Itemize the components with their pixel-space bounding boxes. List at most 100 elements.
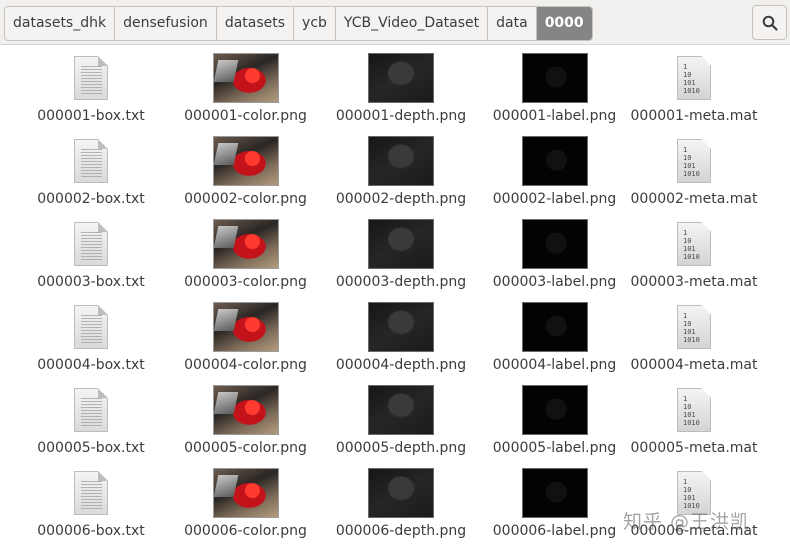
file-item-meta[interactable]: 1 10 101 1010 000005-meta.mat [629, 384, 759, 467]
document-lines [81, 66, 102, 96]
file-item-meta[interactable]: 1 10 101 1010 000004-meta.mat [629, 301, 759, 384]
binary-file-icon: 1 10 101 1010 [677, 139, 711, 183]
file-item-label[interactable]: 000006-label.png [480, 467, 629, 550]
file-icon-wrap [74, 135, 108, 187]
file-item-label[interactable]: 000002-label.png [480, 135, 629, 218]
file-name: 000006-depth.png [335, 523, 467, 539]
file-name: 000002-meta.mat [630, 191, 758, 207]
binary-digits: 10 [683, 237, 692, 245]
binary-digits: 10 [683, 154, 692, 162]
file-name: 000002-depth.png [335, 191, 467, 207]
file-name: 000002-color.png [184, 191, 307, 207]
file-name: 000001-depth.png [335, 108, 467, 124]
file-icon-wrap [212, 384, 279, 436]
file-item-meta[interactable]: 1 10 101 1010 000003-meta.mat [629, 218, 759, 301]
binary-digits: 101 [683, 328, 696, 336]
document-lines [81, 232, 102, 262]
binary-file-icon: 1 10 101 1010 [677, 222, 711, 266]
binary-digits: 1010 [683, 419, 700, 427]
file-icon-wrap: 1 10 101 1010 [677, 218, 711, 270]
breadcrumb-item-densefusion[interactable]: densefusion [115, 7, 217, 40]
binary-digits: 101 [683, 411, 696, 419]
file-item-color[interactable]: 000006-color.png [169, 467, 322, 550]
file-name: 000003-color.png [184, 274, 307, 290]
breadcrumb-item-current[interactable]: 0000 [536, 7, 592, 40]
file-name: 000004-color.png [184, 357, 307, 373]
file-icon-wrap [368, 218, 434, 270]
file-item-color[interactable]: 000004-color.png [169, 301, 322, 384]
breadcrumb-item-datasets-dhk[interactable]: datasets_dhk [5, 7, 116, 40]
document-lines [81, 315, 102, 345]
binary-digits: 10 [683, 71, 692, 79]
file-name: 000004-depth.png [335, 357, 467, 373]
text-document-icon [74, 56, 108, 100]
file-name: 000004-meta.mat [630, 357, 758, 373]
file-item-label[interactable]: 000005-label.png [480, 384, 629, 467]
label-image-thumbnail [521, 136, 588, 186]
file-icon-wrap [74, 384, 108, 436]
file-item-box[interactable]: 000004-box.txt [13, 301, 169, 384]
file-item-box[interactable]: 000001-box.txt [13, 52, 169, 135]
file-item-meta[interactable]: 1 10 101 1010 000001-meta.mat [629, 52, 759, 135]
file-item-box[interactable]: 000006-box.txt [13, 467, 169, 550]
breadcrumb-item-data[interactable]: data [488, 7, 537, 40]
document-lines [81, 481, 102, 511]
file-item-color[interactable]: 000003-color.png [169, 218, 322, 301]
file-item-depth[interactable]: 000003-depth.png [322, 218, 480, 301]
binary-digits: 1010 [683, 253, 700, 261]
file-icon-wrap [368, 52, 434, 104]
file-icon-wrap [74, 218, 108, 270]
binary-digits: 101 [683, 494, 696, 502]
breadcrumb-item-ycb[interactable]: ycb [294, 7, 336, 40]
file-item-box[interactable]: 000005-box.txt [13, 384, 169, 467]
file-item-depth[interactable]: 000001-depth.png [322, 52, 480, 135]
file-item-label[interactable]: 000003-label.png [480, 218, 629, 301]
file-item-color[interactable]: 000005-color.png [169, 384, 322, 467]
binary-digits: 1010 [683, 336, 700, 344]
search-button[interactable] [752, 5, 787, 40]
file-item-color[interactable]: 000002-color.png [169, 135, 322, 218]
breadcrumb-item-ycb-video-dataset[interactable]: YCB_Video_Dataset [336, 7, 489, 40]
file-item-label[interactable]: 000004-label.png [480, 301, 629, 384]
file-item-color[interactable]: 000001-color.png [169, 52, 322, 135]
file-item-depth[interactable]: 000004-depth.png [322, 301, 480, 384]
file-item-box[interactable]: 000002-box.txt [13, 135, 169, 218]
file-item-depth[interactable]: 000005-depth.png [322, 384, 480, 467]
text-document-icon [74, 388, 108, 432]
binary-digits: 1 [683, 395, 688, 403]
file-icon-wrap [212, 467, 279, 519]
file-item-box[interactable]: 000003-box.txt [13, 218, 169, 301]
file-icon-wrap [521, 52, 588, 104]
file-name: 000001-color.png [184, 108, 307, 124]
file-icon-wrap: 1 10 101 1010 [677, 135, 711, 187]
file-name: 000005-meta.mat [630, 440, 758, 456]
file-item-label[interactable]: 000001-label.png [480, 52, 629, 135]
depth-image-thumbnail [368, 468, 434, 518]
file-name: 000001-label.png [492, 108, 617, 124]
color-image-thumbnail [212, 53, 279, 103]
color-image-thumbnail [212, 219, 279, 269]
binary-file-icon: 1 10 101 1010 [677, 56, 711, 100]
label-image-thumbnail [521, 385, 588, 435]
text-document-icon [74, 305, 108, 349]
file-icon-wrap: 1 10 101 1010 [677, 301, 711, 353]
file-icon-wrap [212, 218, 279, 270]
depth-image-thumbnail [368, 302, 434, 352]
file-name: 000006-label.png [492, 523, 617, 539]
file-item-depth[interactable]: 000006-depth.png [322, 467, 480, 550]
color-image-thumbnail [212, 136, 279, 186]
binary-digits: 1 [683, 478, 688, 486]
breadcrumb-item-datasets[interactable]: datasets [217, 7, 295, 40]
label-image-thumbnail [521, 219, 588, 269]
file-item-depth[interactable]: 000002-depth.png [322, 135, 480, 218]
file-icon-wrap [521, 301, 588, 353]
file-icon-wrap [368, 135, 434, 187]
file-item-meta[interactable]: 1 10 101 1010 000002-meta.mat [629, 135, 759, 218]
binary-digits: 1010 [683, 87, 700, 95]
file-icon-wrap [521, 384, 588, 436]
watermark: 知乎 @王洪凯 [623, 511, 751, 533]
file-name: 000005-box.txt [37, 440, 145, 456]
binary-digits: 1 [683, 312, 688, 320]
file-name: 000002-box.txt [37, 191, 145, 207]
text-document-icon [74, 471, 108, 515]
